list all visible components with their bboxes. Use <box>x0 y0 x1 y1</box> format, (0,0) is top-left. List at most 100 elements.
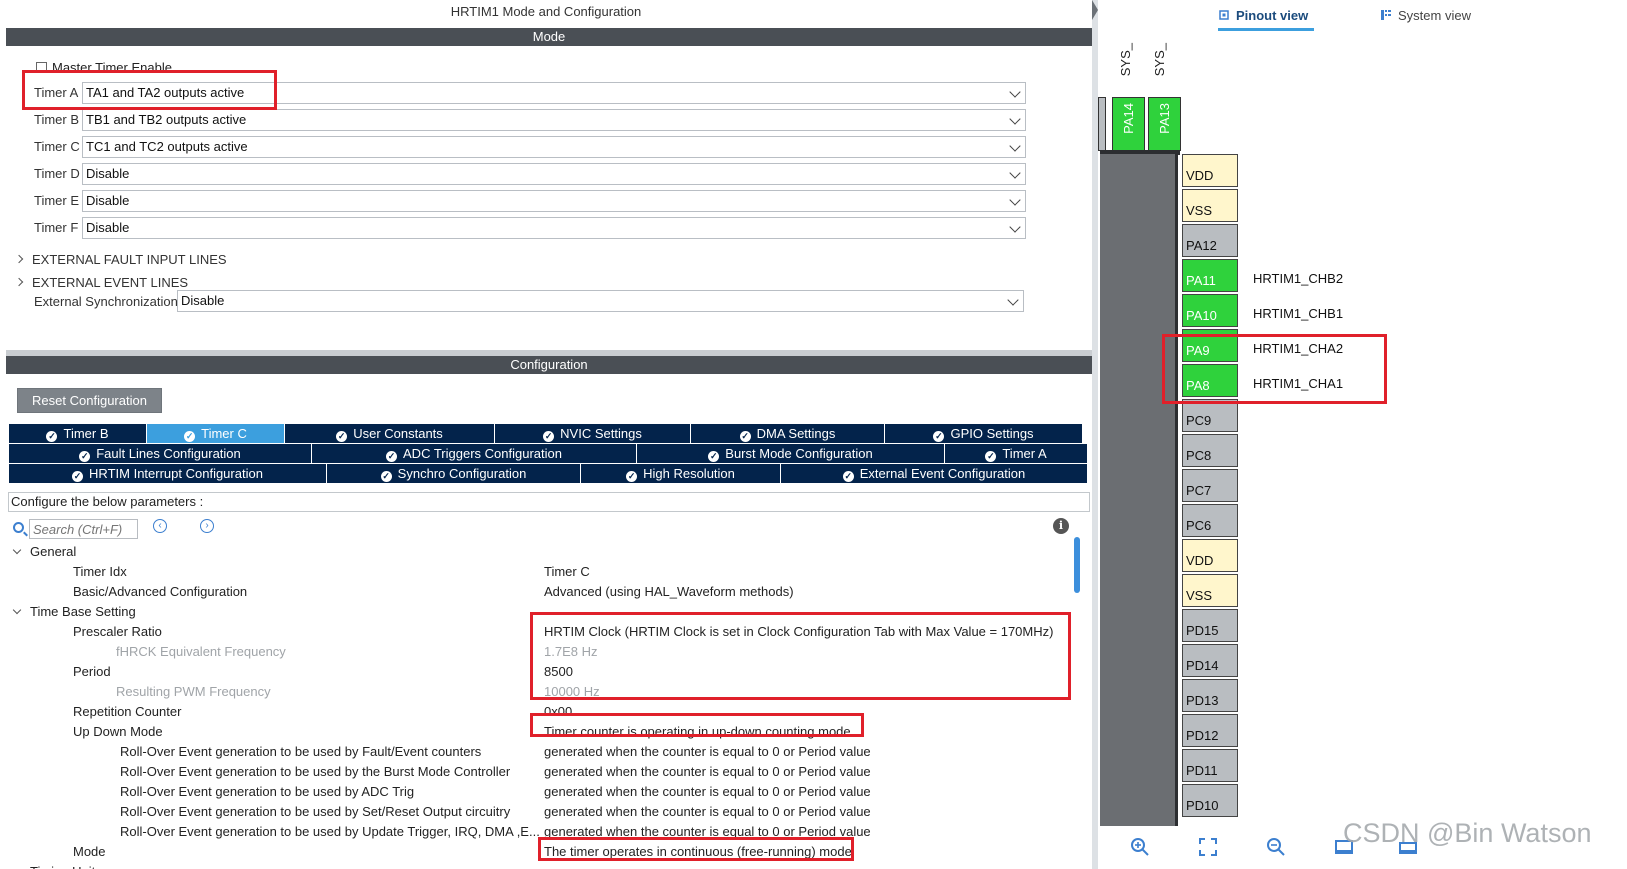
param-row[interactable]: Roll-Over Event generation to be used by… <box>8 742 1080 762</box>
highlight-prescaler-period <box>530 612 1071 700</box>
pin-pd14[interactable]: PD14 <box>1182 644 1238 677</box>
zoom-in-icon[interactable] <box>1130 837 1150 857</box>
search-input[interactable] <box>29 519 138 539</box>
chevron-down-icon <box>1007 294 1019 306</box>
top-pin-partial[interactable] <box>1098 97 1106 151</box>
pin-pd15[interactable]: PD15 <box>1182 609 1238 642</box>
pin-pa11[interactable]: PA11 <box>1182 259 1238 292</box>
param-name: Up Down Mode <box>73 722 163 742</box>
param-name: Time Base Setting <box>12 602 136 622</box>
tab-label: NVIC Settings <box>560 426 642 441</box>
pin-pd11[interactable]: PD11 <box>1182 749 1238 782</box>
param-name: Roll-Over Event generation to be used by… <box>120 742 481 762</box>
pin-pd13[interactable]: PD13 <box>1182 679 1238 712</box>
tab-high-resolution[interactable]: ✓ High Resolution <box>581 464 781 483</box>
tab-gpio-settings[interactable]: ✓ GPIO Settings <box>885 424 1083 443</box>
param-row[interactable]: Basic/Advanced Configuration Advanced (us… <box>8 582 1080 602</box>
chip-icon <box>1219 10 1229 20</box>
tab-row-1: ✓ Timer B ✓ Timer C ✓ User Constants ✓ NVIC Set… <box>9 424 1089 443</box>
tab-pinout-view[interactable]: Pinout view <box>1217 6 1315 31</box>
chevron-down-icon <box>12 605 22 615</box>
pin-pc6[interactable]: PC6 <box>1182 504 1238 537</box>
param-name-text: General <box>30 544 77 559</box>
timer-row: Timer B TB1 and TB2 outputs active <box>34 109 1034 131</box>
timer-select[interactable]: Disable <box>82 217 1026 239</box>
tab-system-view[interactable]: System view <box>1381 6 1471 26</box>
pin-vss[interactable]: VSS <box>1182 189 1238 222</box>
tab-synchro-configuration[interactable]: ✓ Synchro Configuration <box>327 464 581 483</box>
param-name-text: Timer Idx <box>73 564 127 579</box>
chevron-down-icon <box>1009 86 1021 98</box>
pin-vdd[interactable]: VDD <box>1182 539 1238 572</box>
pin-pd12[interactable]: PD12 <box>1182 714 1238 747</box>
param-value[interactable]: generated when the counter is equal to 0… <box>544 782 871 802</box>
param-name-text: Mode <box>73 844 106 859</box>
tab-dma-settings[interactable]: ✓ DMA Settings <box>691 424 885 443</box>
tab-timer-b[interactable]: ✓ Timer B <box>9 424 147 443</box>
tab-label: System view <box>1398 8 1471 23</box>
pin-vss[interactable]: VSS <box>1182 574 1238 607</box>
expander-label: EXTERNAL EVENT LINES <box>32 275 189 290</box>
check-circle-icon: ✓ <box>79 451 91 462</box>
param-name-text: Time Base Setting <box>30 604 136 619</box>
timer-select[interactable]: Disable <box>82 190 1026 212</box>
pin-pa10[interactable]: PA10 <box>1182 294 1238 327</box>
param-row[interactable]: Roll-Over Event generation to be used by… <box>8 782 1080 802</box>
highlight-timer-a <box>22 70 277 110</box>
pin-pa12[interactable]: PA12 <box>1182 224 1238 257</box>
timer-select[interactable]: Disable <box>82 163 1026 185</box>
tab-timer-a[interactable]: ✓ Timer A <box>945 444 1088 463</box>
param-value[interactable]: generated when the counter is equal to 0… <box>544 802 871 822</box>
tab-fault-lines-configuration[interactable]: ✓ Fault Lines Configuration <box>9 444 312 463</box>
top-pin-pa14[interactable]: PA14 <box>1112 97 1145 151</box>
check-circle-icon: ✓ <box>842 471 854 482</box>
external-event-lines-expander[interactable]: EXTERNAL EVENT LINES <box>14 275 189 290</box>
pin-pd10[interactable]: PD10 <box>1182 784 1238 817</box>
tab-timer-c[interactable]: ✓ Timer C <box>147 424 285 443</box>
check-circle-icon: ✓ <box>380 471 392 482</box>
check-circle-icon: ✓ <box>985 451 997 462</box>
external-fault-lines-expander[interactable]: EXTERNAL FAULT INPUT LINES <box>14 252 227 267</box>
external-sync-select[interactable]: Disable <box>177 290 1024 312</box>
param-row[interactable]: Roll-Over Event generation to be used by… <box>8 762 1080 782</box>
reset-configuration-button[interactable]: Reset Configuration <box>17 388 162 413</box>
chevron-right-icon <box>14 254 24 264</box>
pin-pc7[interactable]: PC7 <box>1182 469 1238 502</box>
timer-label: Timer B <box>34 112 80 127</box>
fit-screen-icon[interactable] <box>1198 837 1218 857</box>
check-circle-icon: ✓ <box>626 471 638 482</box>
tab-external-event-configuration[interactable]: ✓ External Event Configuration <box>781 464 1088 483</box>
param-row[interactable]: Roll-Over Event generation to be used by… <box>8 802 1080 822</box>
sys-label: SYS_ <box>1152 43 1167 77</box>
tab-label: Burst Mode Configuration <box>725 446 873 461</box>
tab-user-constants[interactable]: ✓ User Constants <box>285 424 495 443</box>
info-icon[interactable]: i <box>1053 518 1069 534</box>
tree-group[interactable]: Timing Unit <box>8 862 1080 869</box>
param-row[interactable]: Timer Idx Timer C <box>8 562 1080 582</box>
tab-nvic-settings[interactable]: ✓ NVIC Settings <box>495 424 691 443</box>
param-value[interactable]: generated when the counter is equal to 0… <box>544 762 871 782</box>
zoom-out-icon[interactable] <box>1266 837 1286 857</box>
pin-pc8[interactable]: PC8 <box>1182 434 1238 467</box>
tab-adc-triggers-configuration[interactable]: ✓ ADC Triggers Configuration <box>312 444 637 463</box>
search-next-button[interactable]: › <box>200 519 214 533</box>
window-title: HRTIM1 Mode and Configuration <box>450 4 642 19</box>
chevron-down-icon <box>1009 140 1021 152</box>
search-prev-button[interactable]: ‹ <box>153 519 167 533</box>
chip-body <box>1100 154 1178 826</box>
chevron-down-icon <box>1009 113 1021 125</box>
tree-group[interactable]: General <box>8 542 1080 562</box>
tab-burst-mode-configuration[interactable]: ✓ Burst Mode Configuration <box>637 444 945 463</box>
top-pin-pa13[interactable]: PA13 <box>1148 97 1181 151</box>
pin-vdd[interactable]: VDD <box>1182 154 1238 187</box>
param-value[interactable]: Timer C <box>544 562 590 582</box>
param-name: Prescaler Ratio <box>73 622 162 642</box>
tab-label: DMA Settings <box>756 426 836 441</box>
timer-select[interactable]: TB1 and TB2 outputs active <box>82 109 1026 131</box>
grid-icon <box>1381 10 1391 20</box>
scrollbar-thumb[interactable] <box>1074 537 1080 593</box>
param-value[interactable]: Advanced (using HAL_Waveform methods) <box>544 582 794 602</box>
tab-hrtim-interrupt-configuration[interactable]: ✓ HRTIM Interrupt Configuration <box>9 464 327 483</box>
param-value[interactable]: generated when the counter is equal to 0… <box>544 742 871 762</box>
timer-select[interactable]: TC1 and TC2 outputs active <box>82 136 1026 158</box>
